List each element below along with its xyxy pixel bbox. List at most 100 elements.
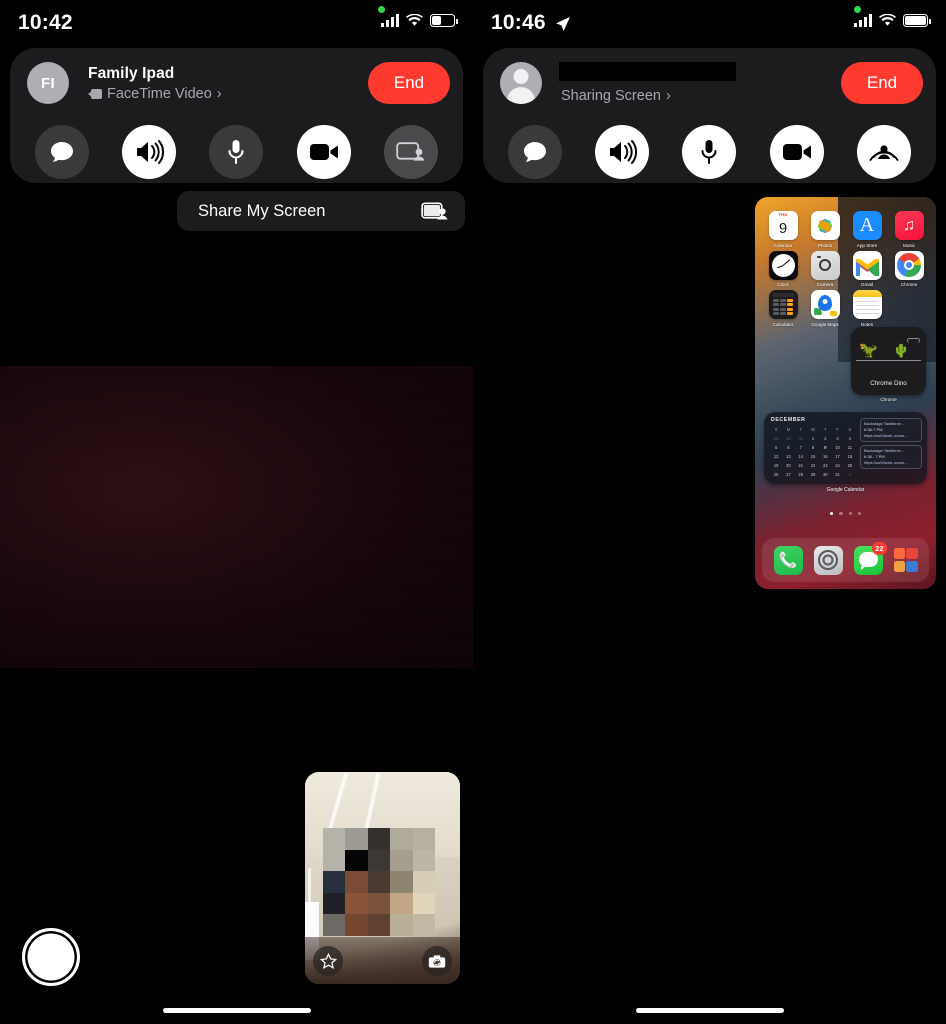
wifi-icon (406, 14, 423, 26)
app-icon-google-maps[interactable]: Google Maps (806, 290, 844, 327)
status-bar-right: 10:46 (473, 0, 946, 44)
chevron-right-icon: › (216, 86, 222, 102)
app-icon-gmail[interactable]: Gmail (848, 250, 886, 287)
app-icon-app-store[interactable]: App Store (848, 211, 886, 248)
speaker-button[interactable] (122, 124, 177, 179)
caller-name-redaction (559, 62, 736, 81)
widget-title: Chrome Dino (870, 380, 907, 387)
mute-button[interactable] (682, 124, 737, 179)
share-my-screen-menu-item[interactable]: Share My Screen (177, 191, 465, 231)
app-label: Calendar (773, 242, 793, 248)
app-label: Photos (817, 242, 833, 248)
messages-button[interactable] (507, 124, 562, 179)
home-indicator-bar[interactable] (162, 1008, 311, 1013)
app-icon-calendar[interactable]: THU 9 Calendar (764, 211, 802, 248)
sharing-screen-active-button[interactable] (857, 124, 912, 179)
home-screen-app-grid: THU 9 Calendar Photos A App Store ♫ Musi… (764, 211, 927, 327)
call-type-row: FaceTime Video › (88, 86, 222, 102)
widget-app-label: Google Calendar (826, 487, 865, 493)
home-indicator-bar[interactable] (635, 1008, 784, 1013)
photos-icon (810, 211, 840, 240)
app-icon-music[interactable]: Music (890, 211, 928, 248)
home-screen-dock: 22 (762, 538, 929, 582)
app-label: Gmail (861, 282, 873, 287)
google-calendar-widget[interactable]: DECEMBER SMTWTFS 28 29 30 1 2 3 4 5 6 7 8 9 10 11 12… (764, 412, 927, 484)
call-status-row: Sharing Screen › (561, 88, 671, 104)
dock-icon-phone[interactable] (773, 545, 803, 575)
app-icon-calculator[interactable]: Calculator (764, 290, 802, 327)
app-icon-clock[interactable]: Clock (764, 250, 802, 287)
call-type-label: FaceTime Video (107, 86, 212, 102)
messages-button[interactable] (34, 124, 89, 179)
speech-bubble-icon (523, 141, 546, 162)
app-label: Google Maps (811, 321, 839, 327)
speaker-button[interactable] (595, 124, 650, 179)
share-screen-button[interactable] (384, 124, 439, 179)
dock-icon-shortcuts[interactable] (893, 548, 918, 572)
calendar-event[interactable]: Backstage Taskforce... 6:38 - 7 PM https… (860, 445, 922, 469)
cellular-bars-icon (381, 14, 399, 27)
dock-icon-messages[interactable]: 22 (853, 541, 887, 575)
status-icons (854, 14, 931, 27)
microphone-icon (228, 139, 244, 164)
calendar-icon: THU 9 (768, 211, 798, 240)
call-control-card-left: FI Family Ipad FaceTime Video › End (10, 48, 463, 183)
call-controls-row (10, 120, 463, 183)
camera-button[interactable] (296, 124, 351, 179)
app-label: Clock (777, 282, 789, 287)
effects-button[interactable] (313, 946, 343, 976)
camera-button[interactable] (769, 124, 824, 179)
call-info-row[interactable]: Sharing Screen › End (483, 48, 936, 118)
calculator-icon (768, 290, 798, 319)
wifi-icon (879, 14, 896, 26)
call-info-row[interactable]: FI Family Ipad FaceTime Video › End (10, 48, 463, 118)
event-link: https://us02web..zoom... (864, 433, 908, 438)
camera-flip-icon (428, 954, 446, 968)
clock-icon (768, 250, 798, 280)
end-call-button[interactable]: End (841, 62, 923, 104)
music-icon (894, 211, 924, 240)
calendar-events-list: Backstage Taskforce... 6:38-7 PM https:/… (860, 418, 922, 472)
dock-icon-settings[interactable] (813, 545, 843, 575)
video-camera-icon (782, 143, 811, 160)
speech-bubble-icon (50, 141, 73, 162)
left-phone-screen: 10:42 FI Family Ipad FaceTime Video › En… (0, 0, 473, 1024)
status-time: 10:46 (491, 11, 546, 34)
app-icon-photos[interactable]: Photos (806, 211, 844, 248)
screen-share-person-icon (396, 141, 425, 161)
badge-count: 22 (872, 541, 887, 555)
call-status-label: Sharing Screen (561, 88, 661, 104)
person-silhouette-icon (513, 69, 529, 84)
speaker-waves-icon (137, 139, 165, 164)
video-camera-icon (88, 89, 102, 99)
shutter-capture-icon[interactable] (22, 928, 80, 986)
screen-broadcast-person-icon (869, 144, 899, 161)
call-control-card-right: Sharing Screen › End (483, 48, 936, 183)
cellular-bars-icon (854, 14, 872, 27)
avatar (500, 62, 542, 104)
shared-screen-mirror[interactable]: THU 9 Calendar Photos A App Store ♫ Musi… (755, 197, 936, 589)
calendar-month-grid: SMTWTFS 28 29 30 1 2 3 4 5 6 7 8 9 10 11 12 13 14 15 16 1… (773, 427, 853, 477)
app-icon-notes[interactable]: Notes (848, 290, 886, 327)
mute-button[interactable] (209, 124, 264, 179)
self-view-pip[interactable] (305, 772, 460, 984)
ground-line (856, 360, 921, 362)
cactus-icon: 🌵 (893, 343, 910, 358)
status-bar-left: 10:42 (0, 0, 473, 44)
avatar: FI (27, 62, 69, 104)
pixelated-face-region (323, 828, 435, 936)
screen-share-person-icon (421, 201, 448, 220)
share-my-screen-label: Share My Screen (198, 201, 326, 220)
calendar-event[interactable]: Backstage Taskforce... 6:38-7 PM https:/… (860, 418, 922, 442)
app-icon-camera[interactable]: Camera (806, 250, 844, 287)
end-call-button[interactable]: End (368, 62, 450, 104)
remote-video-feed[interactable] (0, 366, 473, 668)
chevron-right-icon: › (665, 88, 671, 104)
flip-camera-button[interactable] (422, 946, 452, 976)
page-indicator-dots[interactable] (755, 512, 936, 516)
video-noise-overlay (0, 366, 473, 668)
chrome-dino-widget[interactable]: 🦖 🌵 Chrome Dino (851, 327, 926, 395)
chrome-icon (894, 250, 924, 280)
app-icon-chrome[interactable]: Chrome (890, 250, 928, 287)
app-label: Calculator (772, 321, 794, 327)
